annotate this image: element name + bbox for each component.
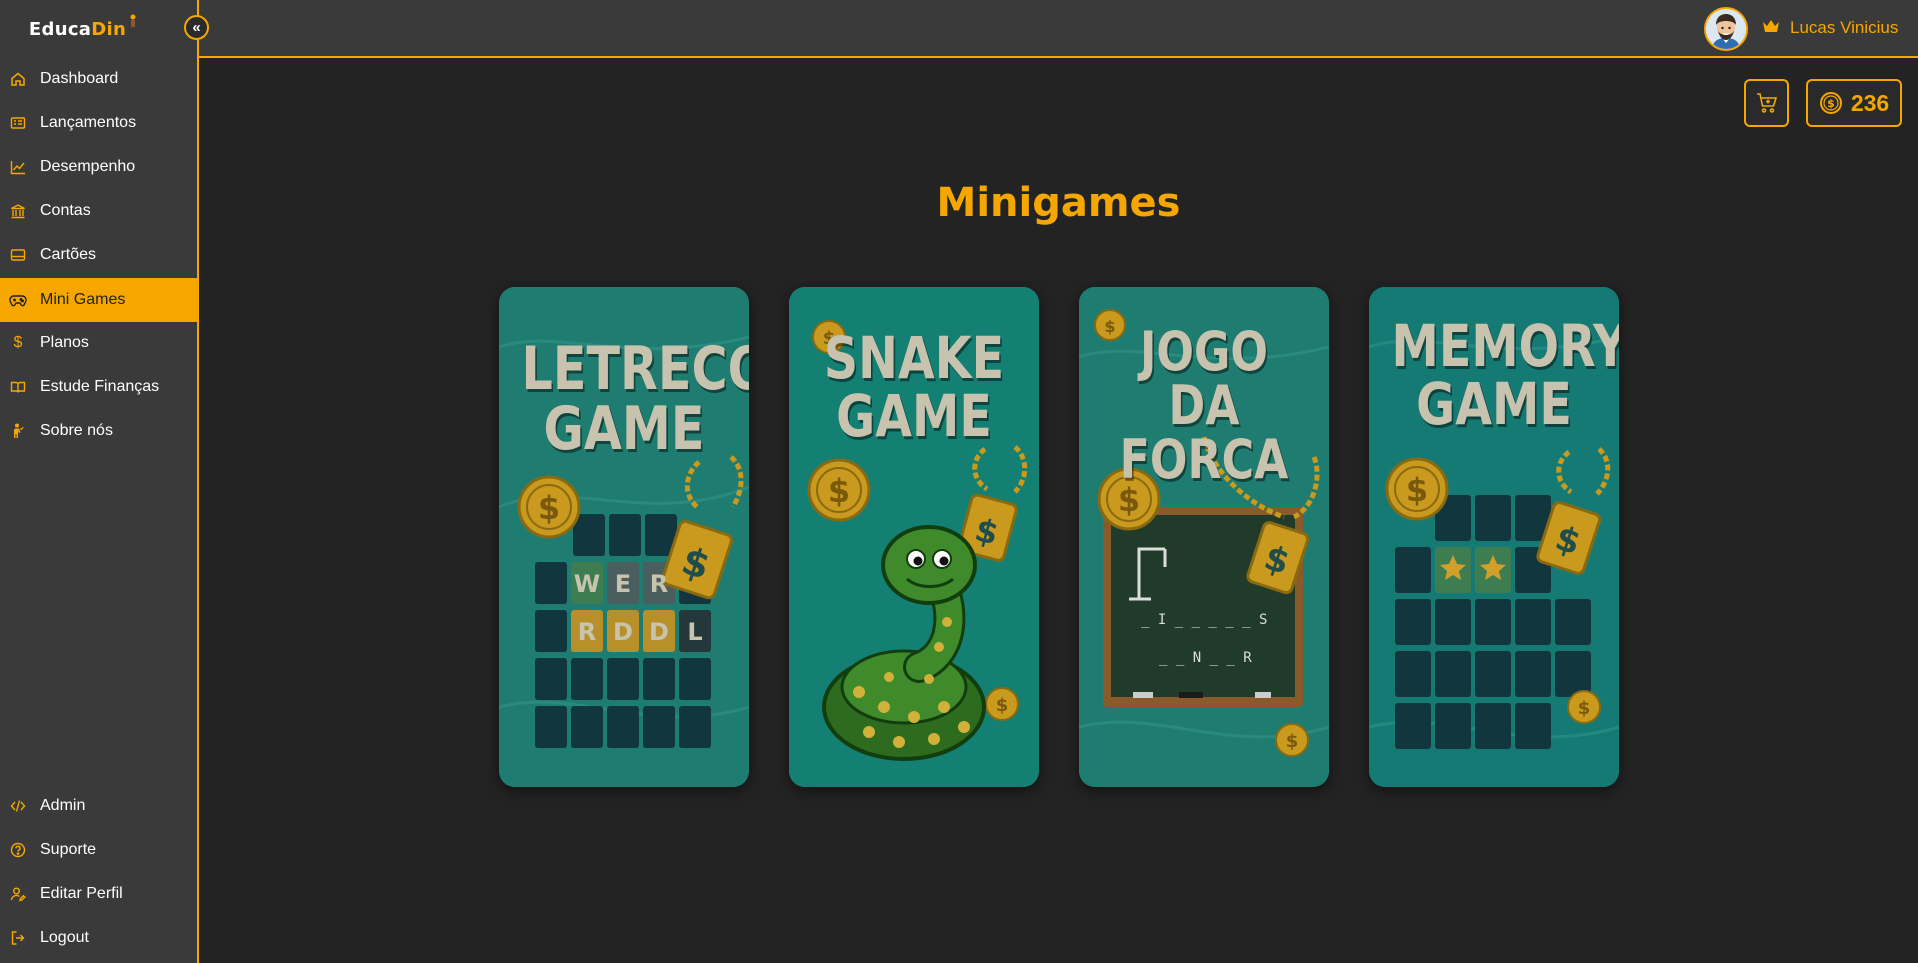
logo-text: EducaDin	[28, 18, 127, 40]
tile-letter: W	[573, 570, 601, 598]
sidebar-item-label: Contas	[40, 202, 91, 219]
sidebar-item-label: Mini Games	[40, 291, 126, 308]
sidebar-item-label: Sobre nós	[40, 422, 113, 439]
sidebar-item-label: Planos	[40, 334, 89, 351]
book-icon	[8, 377, 28, 397]
cart-button[interactable]	[1744, 79, 1789, 127]
card-title: MEMORY GAME	[1391, 312, 1620, 438]
tile-letter: R	[577, 618, 597, 646]
dollar-icon: $	[13, 334, 23, 351]
coin-icon: $	[1819, 92, 1842, 114]
logout-icon	[8, 928, 28, 948]
crown-icon	[1762, 17, 1780, 38]
svg-text:$: $	[1406, 471, 1428, 509]
sidebar-item-dashboard[interactable]: Dashboard	[0, 57, 197, 101]
tile-letter: D	[613, 618, 633, 646]
sidebar-item-desempenho[interactable]: Desempenho	[0, 145, 197, 189]
credit-card-icon	[8, 245, 28, 265]
avatar[interactable]	[1704, 7, 1748, 51]
username[interactable]: Lucas Vinicius	[1790, 18, 1898, 38]
sidebar-item-label: Dashboard	[40, 70, 119, 87]
page-title: Minigames	[936, 180, 1181, 226]
sidebar-item-label: Cartões	[40, 246, 97, 263]
avatar-image	[1706, 9, 1746, 49]
sidebar-item-label: Admin	[40, 797, 86, 814]
svg-text:$: $	[1286, 731, 1299, 752]
top-bar	[199, 0, 1918, 58]
game-card-snake[interactable]: $ $ $ $ SNAKE GAME	[789, 287, 1039, 787]
tile-letter: D	[649, 618, 669, 646]
sidebar: EducaDin Dashboard Lançamentos Desempenh…	[0, 0, 199, 963]
sidebar-item-contas[interactable]: Contas	[0, 189, 197, 233]
tile-letter: L	[687, 618, 703, 646]
code-icon	[8, 796, 28, 816]
sidebar-item-suporte[interactable]: Suporte	[0, 828, 197, 872]
chevrons-left-icon: «	[192, 19, 201, 36]
coin-balance-button[interactable]: $ 236	[1806, 79, 1902, 127]
sidebar-item-cartoes[interactable]: Cartões	[0, 233, 197, 277]
sidebar-item-logout[interactable]: Logout	[0, 916, 197, 960]
logo-mascot-icon	[130, 14, 136, 27]
sidebar-item-label: Logout	[40, 929, 89, 946]
sidebar-item-editar-perfil[interactable]: Editar Perfil	[0, 872, 197, 916]
cart-add-icon	[1756, 93, 1777, 113]
card-title: SNAKE GAME	[823, 324, 1005, 450]
sidebar-collapse-button[interactable]: «	[184, 15, 209, 40]
game-card-jogo-da-forca[interactable]: $ $ $ $ JOGO DA FORCA _ I _ _ _ _ _ S _ _…	[1079, 287, 1329, 787]
game-card-memory[interactable]: $ $ $ MEMORY GAME	[1369, 287, 1619, 787]
sidebar-item-label: Estude Finanças	[40, 378, 160, 395]
letreco-tiles: W E R R D D L	[499, 287, 749, 787]
svg-text:$: $	[1827, 97, 1835, 110]
sidebar-item-mini-games[interactable]: Mini Games	[0, 278, 197, 322]
logo[interactable]: EducaDin	[0, 0, 197, 58]
sidebar-item-label: Lançamentos	[40, 114, 137, 131]
tile-letter: E	[614, 570, 632, 598]
sidebar-item-label: Desempenho	[40, 158, 136, 175]
sidebar-item-admin[interactable]: Admin	[0, 784, 197, 828]
person-icon	[8, 421, 28, 441]
user-edit-icon	[8, 884, 28, 904]
game-card-letreco[interactable]: $ $ LETRECO GAME W E R R D D L	[499, 287, 749, 787]
help-circle-icon	[8, 840, 28, 860]
tile-letter: R	[649, 570, 669, 598]
home-icon	[8, 69, 28, 89]
sidebar-item-sobre-nos[interactable]: Sobre nós	[0, 409, 197, 453]
sidebar-item-lancamentos[interactable]: Lançamentos	[0, 101, 197, 145]
gamepad-icon	[8, 290, 28, 310]
svg-text:$: $	[996, 695, 1009, 716]
trending-chart-icon	[8, 157, 28, 177]
list-icon	[8, 113, 28, 133]
chalkboard-line: _ _ N _ _ R	[1159, 650, 1252, 666]
svg-text:$: $	[1578, 698, 1591, 719]
sidebar-item-label: Suporte	[40, 841, 97, 858]
chalkboard-line: _ I _ _ _ _ _ S	[1141, 612, 1268, 628]
card-title: JOGO DA FORCA	[1119, 320, 1289, 491]
sidebar-item-label: Editar Perfil	[40, 885, 123, 902]
svg-text:$: $	[828, 472, 850, 510]
coin-count: 236	[1850, 89, 1890, 116]
bank-icon	[8, 201, 28, 221]
sidebar-item-estude-financas[interactable]: Estude Finanças	[0, 365, 197, 409]
sidebar-item-planos[interactable]: $ Planos	[0, 321, 197, 365]
